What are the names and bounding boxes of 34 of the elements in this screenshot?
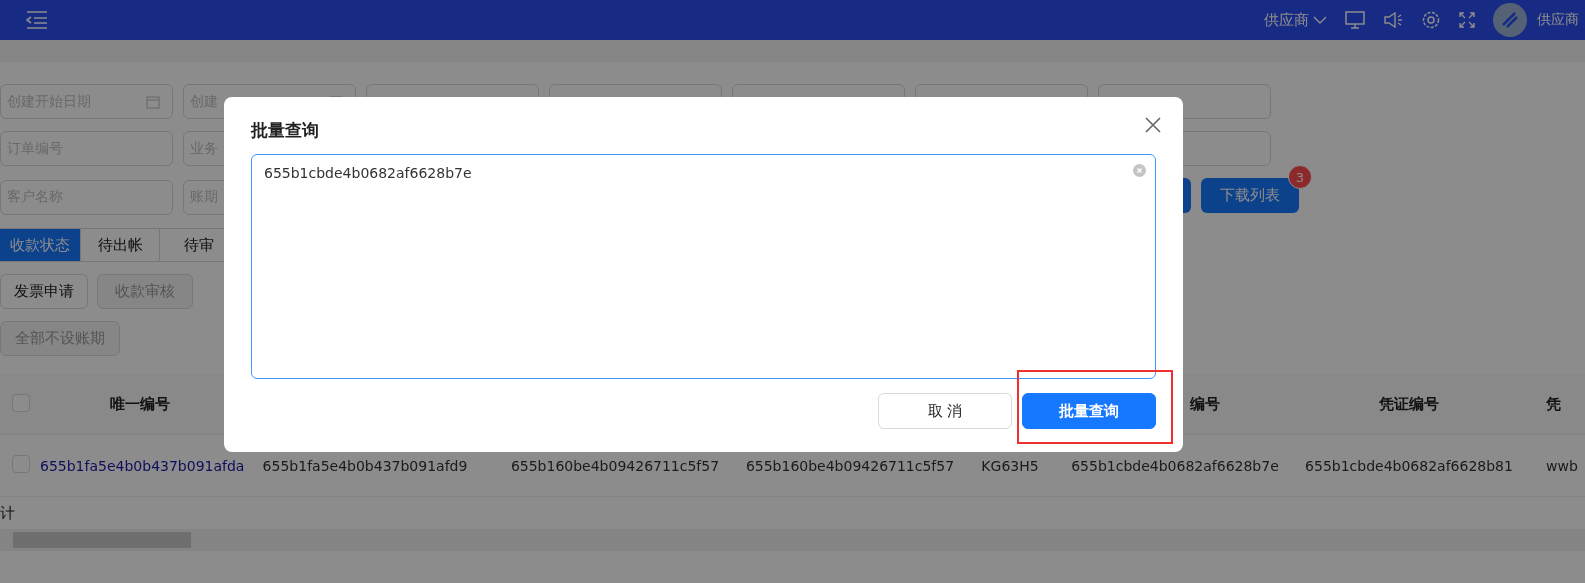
fullscreen-icon[interactable] — [1459, 12, 1475, 28]
role-menu[interactable]: 供应商 — [1264, 10, 1327, 30]
total-label: 计 — [0, 503, 15, 523]
status-tab[interactable]: 待出帐 — [80, 228, 160, 262]
table-cell: 655b1cbde4b0682af6628b81 — [1305, 457, 1513, 474]
dialog-title: 批量查询 — [251, 119, 319, 142]
input-field[interactable]: 655b1cbde4b0682af6628b7e — [251, 154, 1156, 379]
avatar[interactable] — [1493, 3, 1527, 37]
settings-icon[interactable] — [1421, 10, 1441, 30]
id-link[interactable]: 655b1fa5e4b0b437b091afda — [40, 457, 245, 474]
user-name[interactable]: 供应商 — [1537, 11, 1579, 29]
monitor-icon[interactable] — [1345, 11, 1365, 29]
column-header: 编号 — [1190, 394, 1220, 413]
download-list-button[interactable]: 下载列表 — [1201, 178, 1299, 213]
table-cell: 655b160be4b09426711c5f57 — [510, 457, 720, 474]
table-cell: 655b1cbde4b0682af6628b7e — [1071, 457, 1279, 474]
table-cell: 655b160be4b09426711c5f57 — [745, 457, 955, 474]
close-icon[interactable] — [1143, 115, 1163, 135]
calendar-icon — [146, 94, 160, 109]
query-button[interactable]: 批量查询 — [1022, 393, 1156, 429]
count-badge: 3 — [1288, 165, 1312, 189]
status-tab[interactable]: 收款状态 — [0, 228, 81, 262]
chevron-down-icon — [1313, 15, 1327, 25]
table-cell: KG63H5 — [981, 457, 1039, 474]
action-button[interactable]: 发票申请 — [0, 274, 88, 309]
menu-icon[interactable] — [26, 11, 48, 29]
speaker-icon[interactable] — [1383, 11, 1403, 29]
column-header: 凭证编号 — [1379, 394, 1439, 413]
column-header: 唯一编号 — [110, 394, 170, 413]
column-header: 凭 — [1546, 394, 1561, 413]
table-cell: wwb — [1546, 457, 1578, 474]
scrollbar[interactable] — [0, 529, 1585, 551]
table-cell: 655b1fa5e4b0b437b091afd9 — [262, 457, 468, 474]
cancel-button[interactable]: 取 消 — [878, 393, 1012, 429]
